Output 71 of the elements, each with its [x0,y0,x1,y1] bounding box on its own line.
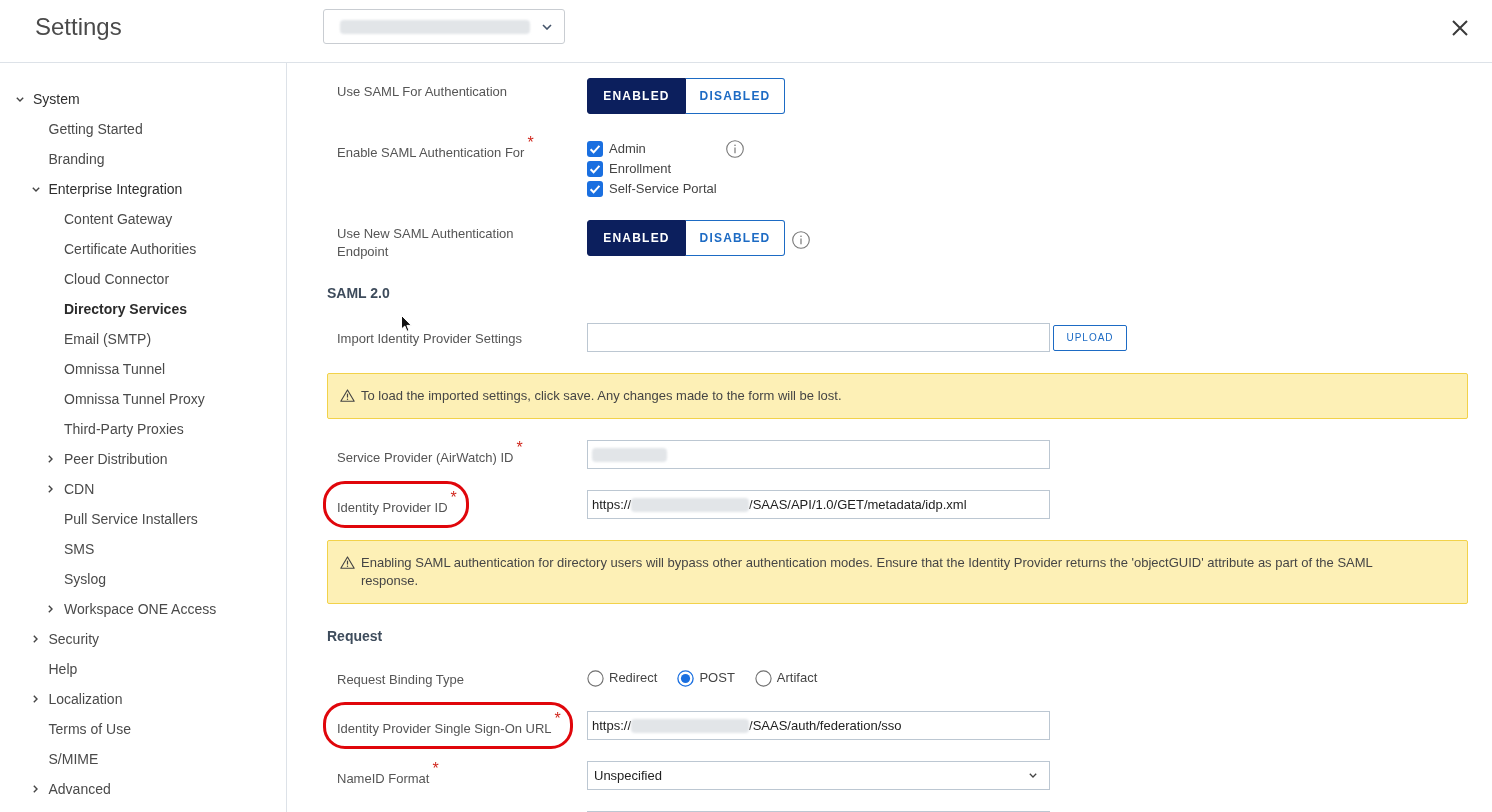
nav-item[interactable]: SMS [64,540,95,558]
nav-item[interactable]: Directory Services [64,300,187,318]
nav-item[interactable]: Workspace ONE Access [64,600,217,618]
nav-item[interactable]: S/MIME [48,750,99,768]
field-label: Use New SAML Authentication Endpoint [337,225,515,261]
chevron-right-icon[interactable] [48,605,53,613]
info-icon[interactable] [792,231,810,249]
field-label: Import Identity Provider Settings [337,330,522,348]
radio-button[interactable] [587,669,604,687]
radio-label: Redirect [609,669,658,688]
checkbox-label: Admin [609,140,646,159]
toggle-option[interactable]: ENABLED [587,78,686,114]
radio-button[interactable] [677,669,695,687]
nav-item[interactable]: Omnissa Tunnel [64,360,166,378]
notice-text: To load the imported settings, click save. Any changes made to the form will be lost. [361,387,842,405]
notice-text: Enabling SAML authentication for directory users will bypass other authentication modes. Ensure that the Identity Provider returns the 'objectGUID' attribute as part of the SAML response. [361,554,1374,590]
select-field[interactable]: Unspecified [587,761,1050,790]
toggle-option[interactable]: DISABLED [686,220,785,256]
input-field[interactable] [587,440,1050,469]
nav-item[interactable]: Localization [48,690,123,708]
checkbox-label: Self-Service Portal [609,180,717,199]
caret-icon [1029,773,1037,778]
caret-icon [542,23,552,30]
nav-item[interactable]: Omnissa Tunnel Proxy [64,390,205,408]
nav-item[interactable]: Peer Distribution [64,450,168,468]
nav-item[interactable]: Third-Party Proxies [64,420,184,438]
nav-item[interactable]: Certificate Authorities [64,240,197,258]
warning-icon [340,556,355,569]
section-heading: Request [327,628,383,644]
nav-item[interactable]: Terms of Use [48,720,131,738]
nav-item[interactable]: Getting Started [48,120,143,138]
radio-label: POST [699,669,735,688]
nav-item[interactable]: Email (SMTP) [64,330,152,348]
nav-item[interactable]: Syslog [64,570,107,588]
close-icon[interactable] [1452,20,1468,36]
warning-icon [340,389,355,402]
page-title: Settings [35,13,123,41]
input-field[interactable]: https:// /SAAS/API/1.0/GET/metadata/idp.xml [587,490,1050,519]
chevron-down-icon[interactable] [16,96,24,102]
field-label: Use SAML For Authentication [337,83,508,101]
nav-item[interactable]: Pull Service Installers [64,510,198,528]
chevron-down-icon[interactable] [31,186,40,192]
nav-item[interactable]: CDN [64,480,95,498]
input-field[interactable]: https:// /SAAS/auth/federation/sso [587,711,1050,740]
nav-item[interactable]: Branding [48,150,105,168]
nav-item[interactable]: Enterprise Integration [48,180,183,198]
nav-item[interactable]: Help [48,660,78,678]
info-icon[interactable] [726,140,744,158]
checkbox[interactable] [587,161,603,177]
input-field[interactable] [587,323,1050,352]
chevron-right-icon[interactable] [48,455,53,463]
nav-item[interactable]: Content Gateway [64,210,173,228]
field-label: Request Binding Type [337,670,464,689]
section-heading: SAML 2.0 [327,285,390,301]
radio-label: Artifact [776,669,818,688]
nav-item[interactable]: Security [48,630,100,648]
toggle-option[interactable]: DISABLED [686,78,785,114]
chevron-right-icon[interactable] [32,635,38,643]
checkbox[interactable] [587,141,603,157]
mouse-pointer-icon [401,315,412,332]
checkbox[interactable] [587,181,603,197]
upload-button[interactable]: UPLOAD [1053,324,1127,351]
chevron-right-icon[interactable] [32,785,38,793]
checkbox-label: Enrollment [609,160,672,179]
toggle-option[interactable]: ENABLED [587,220,686,256]
chevron-right-icon[interactable] [48,485,53,493]
chevron-right-icon[interactable] [32,695,38,703]
nav-item[interactable]: Advanced [48,780,111,798]
nav-item[interactable]: System [33,90,80,108]
nav-item[interactable]: Cloud Connector [64,270,170,288]
radio-button[interactable] [754,669,772,687]
